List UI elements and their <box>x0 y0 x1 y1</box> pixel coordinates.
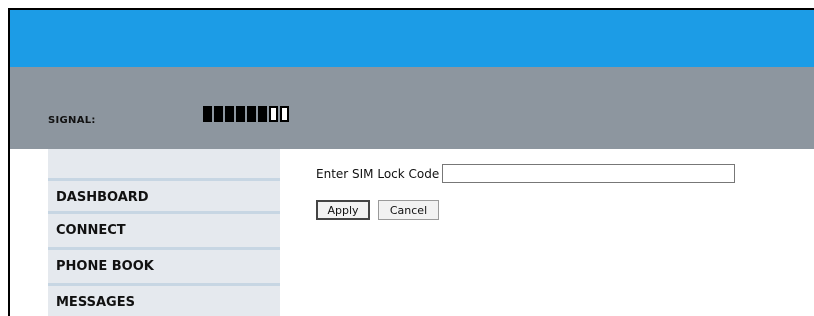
signal-bar-filled <box>203 106 212 122</box>
signal-bar-filled <box>214 106 223 122</box>
sim-lock-form: Enter SIM Lock Code Apply Cancel <box>316 164 736 220</box>
status-bar <box>10 67 814 149</box>
signal-bar-filled <box>247 106 256 122</box>
form-buttons: Apply Cancel <box>316 200 735 220</box>
signal-bar-empty <box>269 106 278 122</box>
sim-lock-label: Enter SIM Lock Code <box>316 166 440 181</box>
signal-strength-meter <box>203 106 289 122</box>
sidebar-item-messages[interactable]: MESSAGES <box>48 283 280 316</box>
sidebar-item-connect[interactable]: CONNECT <box>48 211 280 247</box>
sidebar-item-dashboard[interactable]: DASHBOARD <box>48 178 280 211</box>
signal-bar-filled <box>236 106 245 122</box>
signal-bar-empty <box>280 106 289 122</box>
sim-lock-row: Enter SIM Lock Code <box>316 164 736 183</box>
cancel-button[interactable]: Cancel <box>378 200 439 220</box>
browser-content-frame: SIGNAL: DASHBOARD CONNECT PHONE BOOK MES… <box>8 8 814 316</box>
sim-lock-code-input[interactable] <box>442 164 736 183</box>
signal-label: SIGNAL: <box>48 115 96 126</box>
sidebar-item-phone-book[interactable]: PHONE BOOK <box>48 247 280 283</box>
sidebar-menu: DASHBOARD CONNECT PHONE BOOK MESSAGES <box>48 149 280 316</box>
signal-bar-filled <box>258 106 267 122</box>
apply-button[interactable]: Apply <box>316 200 370 220</box>
sidebar-header-spacer <box>48 149 280 178</box>
top-banner <box>10 10 814 67</box>
signal-bar-filled <box>225 106 234 122</box>
